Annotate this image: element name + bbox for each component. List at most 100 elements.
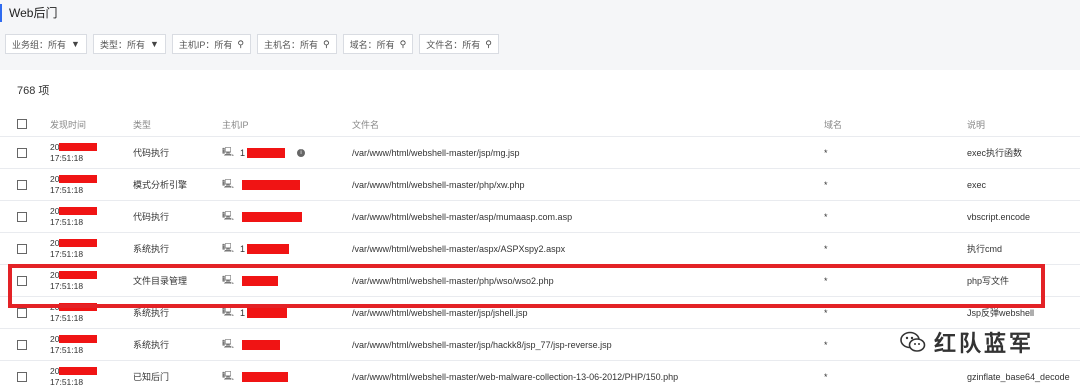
domain-value: *: [824, 307, 828, 318]
search-icon: ⚲: [399, 38, 407, 49]
file-path[interactable]: /var/www/html/webshell-master/jsp/mg.jsp: [352, 137, 520, 168]
page-title: Web后门: [0, 4, 57, 22]
redacted-ip: [242, 339, 281, 350]
column-header-domain[interactable]: 域名: [824, 112, 842, 136]
redacted-ip: [242, 211, 303, 222]
time-year: 20: [50, 301, 60, 312]
column-header-type[interactable]: 类型: [133, 112, 151, 136]
search-icon: ⚲: [485, 38, 492, 49]
time-year: 20: [50, 141, 60, 152]
redacted-date: [59, 175, 98, 183]
search-icon: ⚲: [237, 38, 244, 49]
filter-label: 主机IP：所有: [178, 39, 233, 50]
filter-domain[interactable]: 域名：所有 ⚲: [342, 34, 414, 54]
description: Jsp反弹webshell: [967, 308, 1035, 318]
filter-type[interactable]: 类型：所有 ▼: [92, 34, 166, 54]
filter-icon: ▼: [149, 39, 159, 49]
filter-host-ip[interactable]: 主机IP：所有 ⚲: [171, 34, 251, 54]
found-time: 20 17:51:18: [50, 365, 98, 388]
info-icon[interactable]: i: [297, 148, 306, 157]
row-checkbox[interactable]: [17, 371, 27, 382]
file-path[interactable]: /var/www/html/webshell-master/web-malwar…: [352, 361, 678, 391]
filter-filename[interactable]: 文件名：所有 ⚲: [419, 34, 499, 54]
row-checkbox[interactable]: [17, 307, 27, 318]
redacted-ip: [247, 147, 286, 158]
time-clock: 17:51:18: [50, 248, 84, 259]
threat-type: 系统执行: [133, 308, 170, 318]
file-path[interactable]: /var/www/html/webshell-master/php/wso/ws…: [352, 265, 554, 296]
redacted-date: [59, 239, 98, 247]
domain-value: *: [824, 275, 828, 286]
table-row[interactable]: 20 17:51:18 已知后门 🖳 /var/www/html/webshell-ma…: [0, 360, 1080, 391]
filter-label: 业务组：所有: [12, 39, 67, 50]
threat-type: 系统执行: [133, 340, 170, 350]
wechat-icon: [900, 331, 926, 352]
redacted-ip: [242, 275, 279, 286]
column-header-time[interactable]: 发现时间: [50, 112, 86, 136]
file-path[interactable]: /var/www/html/webshell-master/jsp/jshell…: [352, 297, 528, 328]
table-row[interactable]: 20 17:51:18 代码执行 🖳 /var/www/html/webshell-ma…: [0, 200, 1080, 232]
domain-value: *: [824, 211, 828, 222]
description: exec: [967, 179, 987, 190]
found-time: 20 17:51:18: [50, 270, 98, 292]
row-checkbox[interactable]: [17, 275, 27, 286]
row-checkbox[interactable]: [17, 147, 27, 158]
time-year: 20: [50, 205, 60, 216]
redacted-ip: [247, 307, 288, 318]
monitor-icon: 🖳: [222, 242, 235, 253]
monitor-icon: 🖳: [222, 274, 235, 285]
column-header-ip[interactable]: 主机IP: [222, 112, 249, 136]
column-header-desc[interactable]: 说明: [967, 112, 985, 136]
time-clock: 17:51:18: [50, 152, 84, 163]
redacted-date: [59, 271, 98, 279]
monitor-icon: 🖳: [222, 178, 235, 189]
domain-value: *: [824, 339, 828, 350]
time-year: 20: [50, 365, 60, 376]
found-time: 20 17:51:18: [50, 334, 98, 356]
file-path[interactable]: /var/www/html/webshell-master/php/xw.php: [352, 169, 525, 200]
description: gzinflate_base64_decode: [967, 371, 1070, 382]
time-year: 20: [50, 173, 60, 184]
table-row[interactable]: 20 17:51:18 系统执行 🖳 1/var/www/html/webshell-m…: [0, 296, 1080, 328]
threat-type: 文件目录管理: [133, 276, 188, 286]
host-ip[interactable]: 1: [240, 308, 245, 318]
search-icon: ⚲: [323, 38, 330, 49]
threat-type: 代码执行: [133, 148, 170, 158]
table-row[interactable]: 20 17:51:18 文件目录管理 🖳 /var/www/html/webshell-…: [0, 264, 1080, 296]
file-path[interactable]: /var/www/html/webshell-master/asp/mumaas…: [352, 201, 572, 232]
domain-value: *: [824, 179, 828, 190]
filter-label: 类型：所有: [99, 39, 145, 50]
description: php写文件: [967, 276, 1010, 286]
row-checkbox[interactable]: [17, 179, 27, 190]
redacted-date: [59, 303, 98, 311]
description: exec执行函数: [967, 148, 1023, 158]
row-checkbox[interactable]: [17, 339, 27, 350]
filter-label: 域名：所有: [349, 39, 395, 50]
time-clock: 17:51:18: [50, 280, 84, 291]
threat-type: 代码执行: [133, 212, 170, 222]
column-header-file[interactable]: 文件名: [352, 112, 379, 136]
table-row[interactable]: 20 17:51:18 系统执行 🖳 1/var/www/html/webshell-m…: [0, 232, 1080, 264]
table-row[interactable]: 20 17:51:18 模式分析引擎 🖳 /var/www/html/webshell-…: [0, 168, 1080, 200]
filter-hostname[interactable]: 主机名：所有 ⚲: [256, 34, 337, 54]
table-row[interactable]: 20 17:51:18 代码执行 🖳 1 i/var/www/html/webshell-…: [0, 136, 1080, 168]
monitor-icon: 🖳: [222, 210, 235, 221]
description: vbscript.encode: [967, 211, 1031, 222]
file-path[interactable]: /var/www/html/webshell-master/jsp/hackk8…: [352, 329, 612, 360]
threat-type: 已知后门: [133, 372, 170, 382]
monitor-icon: 🖳: [222, 338, 235, 349]
description: 执行cmd: [967, 244, 1003, 254]
watermark: 红队蓝军: [900, 326, 1034, 358]
filter-icon: ▼: [71, 39, 80, 49]
redacted-ip: [242, 371, 289, 382]
filter-label: 主机名：所有: [263, 39, 318, 50]
host-ip[interactable]: 1: [240, 148, 245, 158]
row-checkbox[interactable]: [17, 211, 27, 222]
found-time: 20 17:51:18: [50, 141, 98, 164]
select-all-checkbox[interactable]: [17, 119, 27, 129]
row-checkbox[interactable]: [17, 243, 27, 254]
host-ip[interactable]: 1: [240, 244, 245, 254]
file-path[interactable]: /var/www/html/webshell-master/aspx/ASPXs…: [352, 233, 565, 264]
threat-type: 模式分析引擎: [133, 180, 188, 190]
filter-business-group[interactable]: 业务组：所有 ▼: [5, 34, 87, 54]
